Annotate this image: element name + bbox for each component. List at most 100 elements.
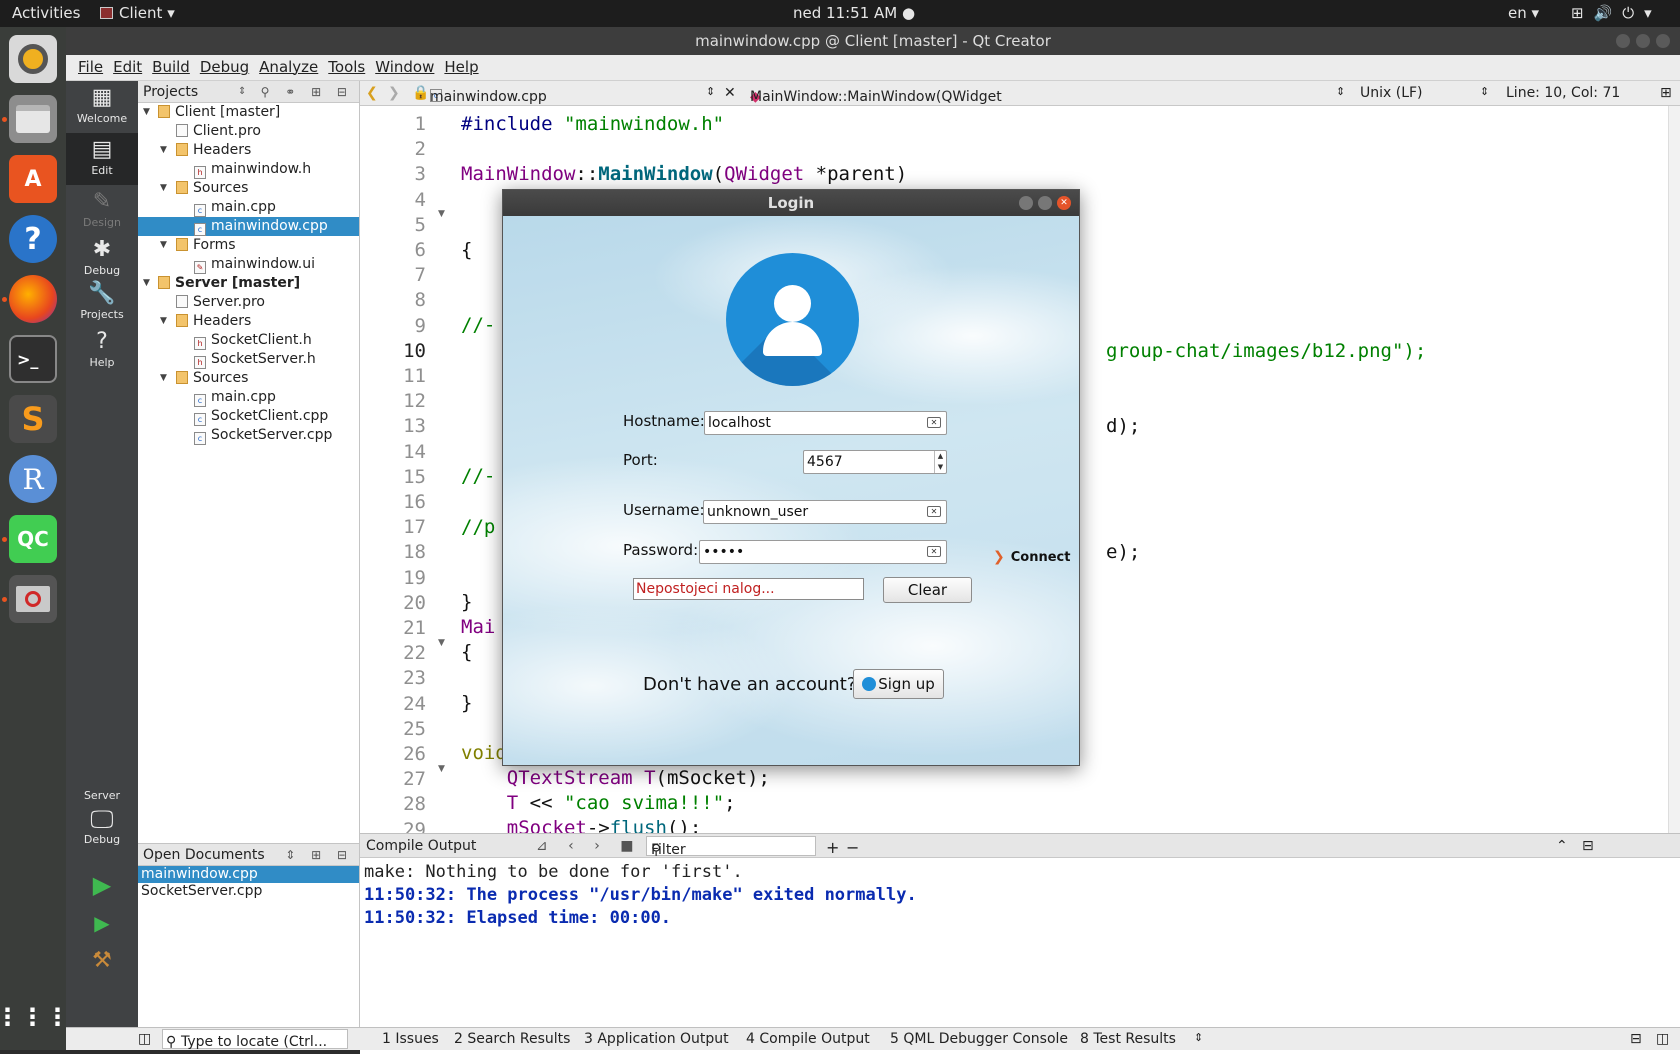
panel-tools[interactable]: ⇕ ⊞ ⊟ xyxy=(285,844,353,866)
blocked-app-icon[interactable] xyxy=(9,575,57,623)
terminal-icon[interactable]: >_ xyxy=(9,335,57,383)
maximize-icon[interactable] xyxy=(1038,196,1052,210)
remove-icon[interactable]: − xyxy=(846,838,859,857)
cursor-position[interactable]: Line: 10, Col: 71 xyxy=(1506,85,1620,101)
tree-item[interactable]: ▼ Headers xyxy=(138,141,359,160)
menu-build[interactable]: Build xyxy=(147,55,195,76)
tree-item[interactable]: Client.pro xyxy=(138,122,359,141)
compile-output[interactable]: make: Nothing to be done for 'first'. 11… xyxy=(360,858,1680,1054)
fold-marker-icon[interactable]: ▼ xyxy=(438,638,445,648)
tree-item[interactable]: ✎ mainwindow.ui xyxy=(138,255,359,274)
fold-marker-icon[interactable]: ▼ xyxy=(438,209,445,219)
maximize-pane-icon[interactable]: ⌃ xyxy=(1556,838,1568,854)
mode-projects[interactable]: 🔧 Projects xyxy=(66,277,138,329)
tree-item-selected[interactable]: c mainwindow.cpp xyxy=(138,217,359,236)
run-icon[interactable]: ▶ xyxy=(66,867,138,905)
expand-arrow-icon[interactable]: ▼ xyxy=(160,312,167,331)
editor-scrollbar[interactable] xyxy=(1668,106,1680,833)
tree-item[interactable]: ▼ Sources xyxy=(138,179,359,198)
projects-panel-title[interactable]: Projects xyxy=(143,84,198,100)
tab-application-output[interactable]: 3 Application Output xyxy=(584,1031,729,1047)
window-titlebar[interactable]: mainwindow.cpp @ Client [master] - Qt Cr… xyxy=(66,27,1680,55)
tab-search-results[interactable]: 2 Search Results xyxy=(454,1031,570,1047)
tree-item[interactable]: Server.pro xyxy=(138,293,359,312)
tree-item[interactable]: ▼ Sources xyxy=(138,369,359,388)
expand-arrow-icon[interactable]: ▼ xyxy=(160,236,167,255)
hostname-input[interactable]: localhost ✕ xyxy=(704,411,947,435)
menu-analyze[interactable]: Analyze xyxy=(254,55,323,76)
minimize-icon[interactable] xyxy=(1616,34,1630,48)
mode-edit[interactable]: ▤ Edit xyxy=(66,133,138,185)
app-menu[interactable]: Client ▾ xyxy=(100,4,175,22)
menu-tools[interactable]: Tools xyxy=(323,55,370,76)
close-icon[interactable]: ✕ xyxy=(1057,196,1071,210)
tree-item[interactable]: ▼ Forms xyxy=(138,236,359,255)
software-center-icon[interactable]: A xyxy=(9,155,57,203)
build-hammer-icon[interactable]: ⚒ xyxy=(66,943,138,981)
system-menu[interactable]: ⊞🔊⏻▾ xyxy=(1571,4,1662,22)
progress-toggle-icon[interactable]: ⊟ xyxy=(1630,1031,1642,1047)
sort-arrows-icon[interactable]: ⇕ xyxy=(238,81,246,103)
tree-item[interactable]: c SocketServer.cpp xyxy=(138,426,359,445)
close-pane-icon[interactable]: ⊟ xyxy=(1582,838,1594,854)
add-icon[interactable]: + xyxy=(826,838,839,857)
clear-field-icon[interactable]: ✕ xyxy=(927,506,941,517)
clear-field-icon[interactable]: ✕ xyxy=(927,546,941,557)
port-spinbox[interactable]: 4567 ▲ ▼ xyxy=(803,450,947,474)
connect-button[interactable]: ❯ Connect xyxy=(993,549,1070,565)
tab-test-results[interactable]: 8 Test Results xyxy=(1080,1031,1176,1047)
help-icon[interactable]: ? xyxy=(9,215,57,263)
clear-button[interactable]: Clear xyxy=(883,577,972,603)
username-input[interactable]: unknown_user ✕ xyxy=(703,500,947,524)
menu-edit[interactable]: Edit xyxy=(108,55,147,76)
tree-item[interactable]: c main.cpp xyxy=(138,388,359,407)
clear-field-icon[interactable]: ✕ xyxy=(927,417,941,428)
tree-item[interactable]: ▼ Server [master] xyxy=(138,274,359,293)
expand-arrow-icon[interactable]: ▼ xyxy=(143,103,150,122)
mode-help[interactable]: ? Help xyxy=(66,325,138,377)
sidebar-toggle-icon[interactable]: ◫ xyxy=(138,1031,151,1047)
tab-compile-output[interactable]: 4 Compile Output xyxy=(746,1031,870,1047)
back-arrow-icon[interactable]: ❮ xyxy=(366,85,378,101)
expand-arrow-icon[interactable]: ▼ xyxy=(143,274,150,293)
close-document-icon[interactable]: ✕ xyxy=(724,85,736,101)
open-documents-title[interactable]: Open Documents xyxy=(143,847,265,863)
open-document-item[interactable]: SocketServer.cpp xyxy=(138,883,359,900)
menu-window[interactable]: Window xyxy=(370,55,439,76)
sort-arrows-icon[interactable]: ⇕ xyxy=(1480,85,1489,98)
menu-file[interactable]: File xyxy=(73,55,108,76)
spin-arrows-icon[interactable]: ▲ ▼ xyxy=(934,451,946,473)
debug-run-icon[interactable]: ▶ xyxy=(66,905,138,943)
sort-arrows-icon[interactable]: ⇕ xyxy=(1336,85,1345,98)
maximize-icon[interactable] xyxy=(1636,34,1650,48)
tree-item[interactable]: h SocketClient.h xyxy=(138,331,359,350)
r-icon[interactable]: R xyxy=(9,455,57,503)
tab-issues[interactable]: 1 Issues xyxy=(382,1031,439,1047)
firefox-icon[interactable] xyxy=(9,275,57,323)
forward-arrow-icon[interactable]: ❯ xyxy=(388,85,400,101)
tree-item[interactable]: h SocketServer.h xyxy=(138,350,359,369)
sort-arrows-icon[interactable]: ⇕ xyxy=(1194,1031,1203,1044)
expand-arrow-icon[interactable]: ▼ xyxy=(160,179,167,198)
sort-arrows-icon[interactable]: ⇕ xyxy=(706,85,715,98)
expand-arrow-icon[interactable]: ▼ xyxy=(160,141,167,160)
sign-up-button[interactable]: Sign up xyxy=(853,669,944,699)
mode-design[interactable]: ✎ Design xyxy=(66,185,138,237)
filter-input[interactable]: ⚲ Filter xyxy=(646,836,816,858)
menu-help[interactable]: Help xyxy=(439,55,483,76)
output-pane-title[interactable]: Compile Output xyxy=(366,838,476,854)
kit-selector[interactable]: Server 🖵 Debug xyxy=(66,787,138,857)
expand-arrow-icon[interactable]: ▼ xyxy=(160,369,167,388)
tree-item[interactable]: ▼ Headers xyxy=(138,312,359,331)
clock[interactable]: ned 11:51 AM ● xyxy=(793,4,915,22)
line-endings-selector[interactable]: Unix (LF) xyxy=(1360,85,1423,101)
input-language-menu[interactable]: en ▾ xyxy=(1508,4,1539,22)
files-icon[interactable] xyxy=(9,95,57,143)
locator-input[interactable]: ⚲ Type to locate (Ctrl... xyxy=(162,1029,348,1050)
split-icon[interactable]: ⊞ xyxy=(1660,85,1672,101)
qt-creator-icon[interactable]: QC xyxy=(9,515,57,563)
sublime-text-icon[interactable]: S xyxy=(9,395,57,443)
app-grid-icon[interactable]: ⋮⋮⋮ xyxy=(0,993,70,1041)
tree-item[interactable]: c SocketClient.cpp xyxy=(138,407,359,426)
minimize-icon[interactable] xyxy=(1019,196,1033,210)
